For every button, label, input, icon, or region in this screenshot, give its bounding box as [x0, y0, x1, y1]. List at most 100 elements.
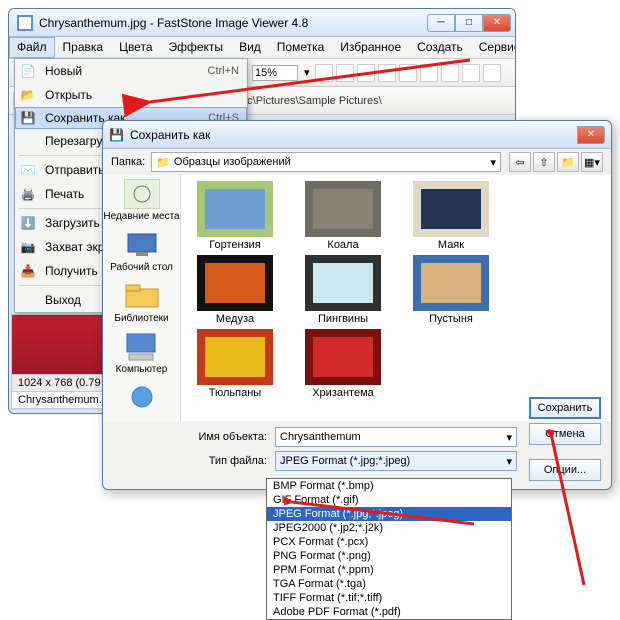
format-option[interactable]: BMP Format (*.bmp): [267, 479, 511, 493]
menu-item-open[interactable]: 📂 Открыть: [15, 83, 247, 107]
file-thumb[interactable]: Маяк: [403, 181, 499, 251]
view-menu-button[interactable]: ▦▾: [581, 152, 603, 172]
tool-icon[interactable]: [357, 64, 375, 82]
thumb-caption: Коала: [327, 239, 358, 251]
format-option[interactable]: TIFF Format (*.tif;*.tiff): [267, 591, 511, 605]
tool-icon[interactable]: [315, 64, 333, 82]
filename-field[interactable]: Chrysanthemum ▾: [275, 427, 517, 447]
capture-icon: 📷: [19, 238, 37, 256]
place-desktop[interactable]: Рабочий стол: [110, 230, 173, 273]
file-thumb[interactable]: Хризантема: [295, 329, 391, 399]
file-thumb[interactable]: Пингвины: [295, 255, 391, 325]
thumb-image: [305, 329, 381, 385]
thumb-image: [197, 181, 273, 237]
menu-view[interactable]: Вид: [231, 37, 269, 58]
place-libraries[interactable]: Библиотеки: [114, 281, 168, 324]
thumb-caption: Гортензия: [209, 239, 260, 251]
tool-icon[interactable]: [441, 64, 459, 82]
thumb-caption: Пингвины: [318, 313, 368, 325]
options-button[interactable]: Опции...: [529, 459, 601, 481]
file-thumb[interactable]: Гортензия: [187, 181, 283, 251]
up-button[interactable]: ⇧: [533, 152, 555, 172]
file-thumb[interactable]: Коала: [295, 181, 391, 251]
main-titlebar[interactable]: Chrysanthemum.jpg - FastStone Image View…: [9, 9, 515, 37]
filetype-label: Тип файла:: [189, 455, 267, 467]
dialog-titlebar[interactable]: 💾 Сохранить как ✕: [103, 121, 611, 149]
save-as-dialog: 💾 Сохранить как ✕ Папка: 📁 Образцы изобр…: [102, 120, 612, 490]
window-title: Chrysanthemum.jpg - FastStone Image View…: [39, 16, 308, 30]
dialog-close-button[interactable]: ✕: [577, 126, 605, 144]
thumb-caption: Медуза: [216, 313, 254, 325]
thumb-image: [413, 181, 489, 237]
format-option[interactable]: JPEG2000 (*.jp2;*.j2k): [267, 521, 511, 535]
thumb-image: [305, 255, 381, 311]
thumb-image: [305, 181, 381, 237]
thumb-caption: Пустыня: [429, 313, 473, 325]
thumb-caption: Маяк: [438, 239, 464, 251]
zoom-dropdown-icon[interactable]: ▾: [304, 66, 310, 79]
format-option[interactable]: TGA Format (*.tga): [267, 577, 511, 591]
cancel-button[interactable]: Отмена: [529, 423, 601, 445]
menubar: Файл Правка Цвета Эффекты Вид Пометка Из…: [9, 37, 515, 59]
download-icon: ⬇️: [19, 214, 37, 232]
save-button[interactable]: Сохранить: [529, 397, 601, 419]
format-option[interactable]: GIF Format (*.gif): [267, 493, 511, 507]
folder-label: Папка:: [111, 156, 145, 168]
acquire-icon: 📥: [19, 262, 37, 280]
dropdown-arrow-icon: ▾: [490, 156, 496, 169]
thumb-image: [197, 329, 273, 385]
file-thumbnail-area: Гортензия Коала Маяк Медуза Пингвины Пустыня Т…: [181, 175, 611, 421]
format-option[interactable]: PCX Format (*.pcx): [267, 535, 511, 549]
menu-item-new[interactable]: 📄 Новый Ctrl+N: [15, 59, 247, 83]
format-option[interactable]: Adobe PDF Format (*.pdf): [267, 605, 511, 619]
place-computer[interactable]: Компьютер: [116, 332, 168, 375]
file-thumb[interactable]: Тюльпаны: [187, 329, 283, 399]
tool-icon[interactable]: [399, 64, 417, 82]
format-option[interactable]: PPM Format (*.ppm): [267, 563, 511, 577]
menu-edit[interactable]: Правка: [55, 37, 112, 58]
tool-icon[interactable]: [462, 64, 480, 82]
back-button[interactable]: ⇦: [509, 152, 531, 172]
app-icon: [17, 15, 33, 31]
folder-combo[interactable]: 📁 Образцы изображений ▾: [151, 152, 501, 172]
thumb-image: [197, 255, 273, 311]
filetype-dropdown: BMP Format (*.bmp)GIF Format (*.gif)JPEG…: [266, 478, 512, 620]
format-option[interactable]: PNG Format (*.png): [267, 549, 511, 563]
tool-icon[interactable]: [378, 64, 396, 82]
thumb-caption: Хризантема: [312, 387, 374, 399]
menu-service[interactable]: Сервис: [471, 37, 516, 58]
save-icon: 💾: [19, 109, 37, 127]
thumb-image: [413, 255, 489, 311]
print-icon: 🖨️: [19, 185, 37, 203]
menu-effects[interactable]: Эффекты: [161, 37, 232, 58]
file-thumb[interactable]: Пустыня: [403, 255, 499, 325]
filename-label: Имя объекта:: [189, 431, 267, 443]
maximize-button[interactable]: □: [455, 14, 483, 32]
dialog-location-bar: Папка: 📁 Образцы изображений ▾ ⇦ ⇧ 📁 ▦▾: [103, 149, 611, 175]
place-network[interactable]: [124, 383, 160, 413]
menu-tag[interactable]: Пометка: [269, 37, 333, 58]
dialog-title: Сохранить как: [130, 128, 210, 142]
menu-colors[interactable]: Цвета: [111, 37, 160, 58]
places-sidebar: Недавние места Рабочий стол Библиотеки К…: [103, 175, 181, 421]
new-icon: 📄: [19, 62, 37, 80]
place-recent[interactable]: Недавние места: [103, 179, 179, 222]
menu-create[interactable]: Создать: [409, 37, 471, 58]
close-button[interactable]: ✕: [483, 14, 511, 32]
send-icon: ✉️: [19, 161, 37, 179]
zoom-input[interactable]: [252, 65, 298, 81]
folder-icon: 📁: [156, 156, 170, 169]
tool-icon[interactable]: [483, 64, 501, 82]
tool-icon[interactable]: [420, 64, 438, 82]
new-folder-button[interactable]: 📁: [557, 152, 579, 172]
dropdown-arrow-icon: ▾: [506, 455, 512, 468]
format-option[interactable]: JPEG Format (*.jpg;*.jpeg): [267, 507, 511, 521]
menu-fav[interactable]: Избранное: [332, 37, 409, 58]
file-thumb[interactable]: Медуза: [187, 255, 283, 325]
preview-thumb[interactable]: [11, 314, 111, 374]
menu-file[interactable]: Файл: [9, 37, 55, 58]
tool-icon[interactable]: [336, 64, 354, 82]
open-icon: 📂: [19, 86, 37, 104]
minimize-button[interactable]: ─: [427, 14, 455, 32]
filetype-field[interactable]: JPEG Format (*.jpg;*.jpeg) ▾: [275, 451, 517, 471]
